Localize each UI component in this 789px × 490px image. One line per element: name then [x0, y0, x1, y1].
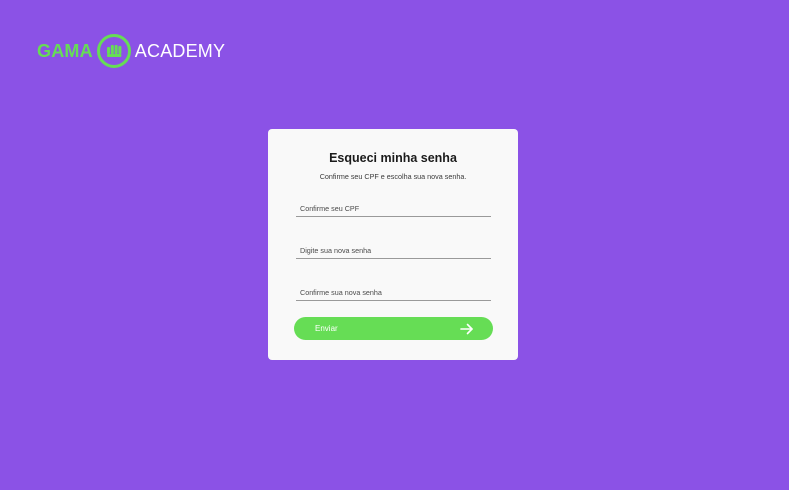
fist-in-circle-icon [96, 34, 131, 68]
logo-word-gama: GAMA [37, 41, 93, 61]
card-title: Esqueci minha senha [329, 151, 457, 165]
submit-button[interactable]: Enviar [294, 317, 493, 340]
card-subtitle: Confirme seu CPF e escolha sua nova senh… [319, 172, 467, 181]
gama-academy-logo: GAMA ACADEMY [37, 33, 225, 69]
logo-word-academy: ACADEMY [134, 41, 226, 61]
arrow-right-icon [460, 323, 473, 334]
forgot-password-card: Esqueci minha senha Confirme seu CPF e e… [268, 129, 518, 360]
cpf-input[interactable] [296, 201, 491, 217]
confirm-password-input[interactable] [296, 285, 491, 301]
new-password-input[interactable] [296, 243, 491, 259]
submit-button-label: Enviar [315, 324, 338, 333]
